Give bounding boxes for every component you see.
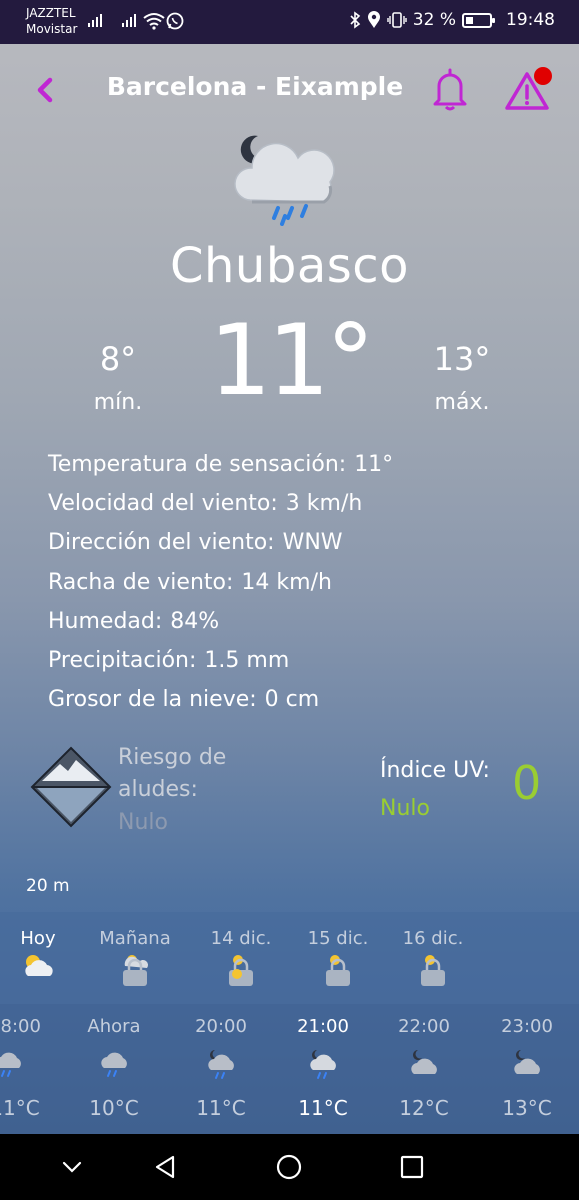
carrier-2: Movistar [26,22,78,36]
whatsapp-icon [166,12,184,30]
hour-label: 22:00 [398,1016,450,1037]
locked-forecast-icon [123,955,148,986]
status-right: 32 % 19:48 [349,10,555,30]
chevron-down-icon[interactable] [57,1152,87,1182]
hour-temperature: 11°C [298,1096,348,1120]
detail-precipitation: Precipitación: 1.5 mm [48,646,548,685]
altitude: 20 m [26,876,70,896]
daily-forecast-strip [0,912,579,1004]
hour-temperature: 12°C [399,1096,449,1120]
min-temp: 8° [99,340,137,378]
day-tab-today[interactable]: Hoy [0,928,86,949]
hour-label: Ahora [87,1016,141,1037]
cloudy-night-icon [514,1050,540,1074]
max-label: máx. [434,390,490,415]
rain-night-icon [101,1052,127,1077]
detail-value: 84% [170,608,220,634]
locked-forecast-icon [229,955,253,986]
signal-1-icon [88,14,102,27]
rain-night-icon [0,1052,21,1077]
signal-2-icon [122,14,136,27]
detail-value: 3 km/h [285,491,363,517]
max-temp: 13° [433,340,491,378]
uv-index-value: 0 [512,756,542,810]
rain-shower-night-icon [234,135,335,226]
day-tab-14[interactable]: 14 dic. [193,928,289,949]
weather-details: Temperatura de sensación: 11° Velocidad d… [48,450,548,724]
detail-label: Precipitación: [48,647,197,673]
detail-label: Humedad: [48,608,163,634]
hour-label: 18:00 [0,1016,41,1037]
avalanche-risk-value: Nulo [118,810,168,835]
hour-label: 23:00 [501,1016,553,1037]
avalanche-mountain-icon [30,746,112,828]
bluetooth-icon [350,11,361,29]
wifi-icon [143,13,165,30]
avalanche-risk-label: Riesgo de aludes: [118,745,227,802]
detail-feels-like: Temperatura de sensación: 11° [48,450,548,489]
hour-label: 20:00 [195,1016,247,1037]
detail-label: Grosor de la nieve: [48,687,257,713]
locked-forecast-icon [326,955,350,986]
status-bar: JAZZTEL Movistar 32 % 19:48 [0,0,579,44]
detail-label: Velocidad del viento: [48,491,278,517]
detail-value: 11° [354,452,394,477]
condition-text: Chubasco [169,238,409,294]
carrier-names: JAZZTEL Movistar [26,5,77,37]
hour-label: 21:00 [297,1016,349,1037]
bell-icon[interactable] [431,66,469,112]
detail-value: 1.5 mm [204,647,290,673]
carrier-1: JAZZTEL [26,6,76,20]
day-tab-16[interactable]: 16 dic. [385,928,481,949]
clock: 19:48 [506,10,555,30]
nav-recents-icon[interactable] [397,1152,427,1182]
detail-value: 14 km/h [241,569,332,595]
cloudy-night-icon [411,1050,437,1074]
detail-snow-depth: Grosor de la nieve: 0 cm [48,685,548,724]
detail-wind-direction: Dirección del viento: WNW [48,528,548,567]
nav-back-icon[interactable] [151,1152,181,1182]
warning-icon[interactable] [504,66,554,114]
uv-index-level: Nulo [380,796,430,821]
day-tab-15[interactable]: 15 dic. [290,928,386,949]
back-button[interactable] [30,72,60,108]
hour-temperature: 11°C [0,1096,40,1120]
battery-icon [462,12,495,28]
hour-temperature: 11°C [196,1096,246,1120]
min-label: mín. [93,390,143,415]
nav-home-icon[interactable] [274,1152,304,1182]
locked-forecast-icon [421,955,445,986]
current-temperature: 11° [209,304,375,418]
detail-value: 0 cm [264,687,320,713]
hour-temperature: 10°C [89,1096,139,1120]
page-title: Barcelona - Eixample [106,72,404,101]
location-icon [367,11,380,28]
detail-wind-gust: Racha de viento: 14 km/h [48,568,548,607]
battery-percent: 32 % [412,10,456,30]
detail-label: Dirección del viento: [48,530,275,556]
partly-cloudy-icon [25,955,53,976]
detail-humidity: Humedad: 84% [48,607,548,646]
rain-night-icon [208,1050,234,1079]
day-tab-tomorrow[interactable]: Mañana [87,928,183,949]
detail-wind-speed: Velocidad del viento: 3 km/h [48,489,548,528]
hour-temperature: 13°C [502,1096,552,1120]
detail-value: WNW [282,530,343,556]
rain-night-icon [310,1050,336,1079]
detail-label: Racha de viento: [48,569,234,595]
vibrate-icon [387,12,407,28]
uv-index-label: Índice UV: [380,758,490,783]
detail-label: Temperatura de sensación: [48,452,347,477]
